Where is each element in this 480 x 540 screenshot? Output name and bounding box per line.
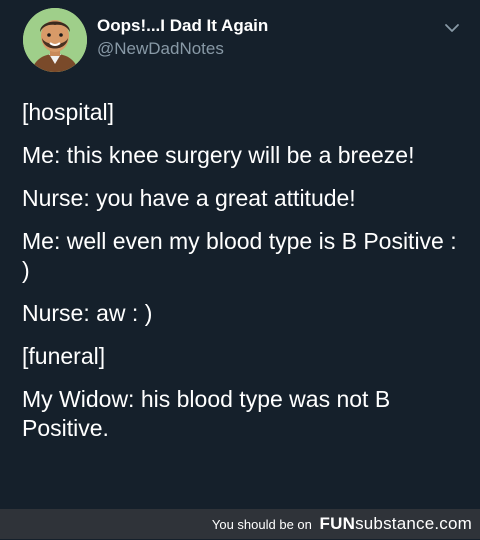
watermark-footer: You should be on FUNsubstance.com (0, 509, 480, 539)
chevron-down-icon[interactable] (444, 22, 460, 34)
watermark-prefix: You should be on (211, 517, 312, 532)
author-name[interactable]: Oops!...I Dad It Again (97, 16, 268, 36)
avatar-illustration-icon (23, 8, 87, 72)
brand-part-domain: .com (434, 514, 472, 533)
brand-part-fun: FUN (319, 514, 356, 533)
tweet-line: My Widow: his blood type was not B Posit… (22, 386, 391, 441)
tweet-line: [funeral] (22, 343, 106, 369)
tweet-line: [hospital] (22, 99, 115, 125)
tweet-card: Oops!...I Dad It Again @NewDadNotes [hos… (0, 0, 480, 509)
avatar[interactable] (23, 8, 87, 72)
tweet-text: [hospital] Me: this knee surgery will be… (22, 98, 462, 457)
tweet-header: Oops!...I Dad It Again @NewDadNotes (23, 8, 468, 72)
author-handle[interactable]: @NewDadNotes (97, 39, 224, 59)
brand-part-substance: substance (355, 514, 435, 533)
tweet-line: Nurse: you have a great attitude! (22, 185, 356, 211)
tweet-line: Nurse: aw : ) (22, 300, 153, 326)
watermark-brand[interactable]: FUNsubstance.com (320, 514, 472, 533)
watermark-text: You should be on FUNsubstance.com (212, 509, 472, 539)
tweet-line: Me: well even my blood type is B Positiv… (22, 228, 457, 283)
tweet-line: Me: this knee surgery will be a breeze! (22, 142, 415, 168)
